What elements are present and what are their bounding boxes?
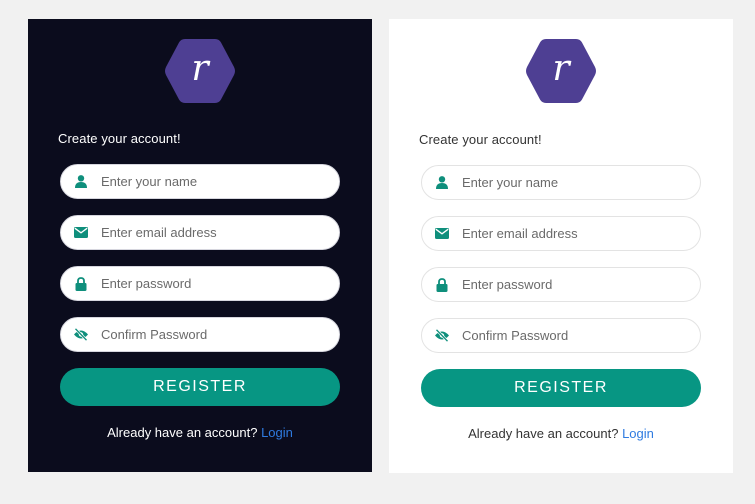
email-input[interactable] <box>462 226 682 241</box>
name-field[interactable] <box>421 165 701 200</box>
name-field[interactable] <box>60 164 340 199</box>
confirm-password-field[interactable] <box>421 318 701 353</box>
register-button[interactable]: REGISTER <box>60 368 340 406</box>
logo: r <box>163 36 237 106</box>
envelope-icon <box>422 217 462 250</box>
lock-icon <box>422 268 462 301</box>
register-card-dark: r Create your account! REGISTER Already … <box>28 19 372 472</box>
name-input[interactable] <box>462 175 682 190</box>
eye-slash-icon[interactable] <box>61 318 101 351</box>
logo: r <box>524 36 598 106</box>
login-link[interactable]: Login <box>261 425 293 440</box>
user-icon <box>61 165 101 198</box>
lock-icon <box>61 267 101 300</box>
email-field[interactable] <box>60 215 340 250</box>
register-button[interactable]: REGISTER <box>421 369 701 407</box>
login-link[interactable]: Login <box>622 426 654 441</box>
confirm-password-input[interactable] <box>101 327 321 342</box>
confirm-password-field[interactable] <box>60 317 340 352</box>
envelope-icon <box>61 216 101 249</box>
form-heading: Create your account! <box>58 131 181 146</box>
login-prompt: Already have an account? <box>468 426 619 441</box>
form-heading: Create your account! <box>419 132 542 147</box>
password-field[interactable] <box>421 267 701 302</box>
confirm-password-input[interactable] <box>462 328 682 343</box>
login-prompt-row: Already have an account? Login <box>389 426 733 441</box>
logo-letter: r <box>552 48 570 89</box>
logo-letter: r <box>191 48 209 89</box>
name-input[interactable] <box>101 174 321 189</box>
login-prompt-row: Already have an account? Login <box>28 425 372 440</box>
login-prompt: Already have an account? <box>107 425 258 440</box>
eye-slash-icon[interactable] <box>422 319 462 352</box>
password-field[interactable] <box>60 266 340 301</box>
password-input[interactable] <box>462 277 682 292</box>
email-field[interactable] <box>421 216 701 251</box>
email-input[interactable] <box>101 225 321 240</box>
password-input[interactable] <box>101 276 321 291</box>
user-icon <box>422 166 462 199</box>
register-card-light: r Create your account! REGISTER Already … <box>389 19 733 473</box>
